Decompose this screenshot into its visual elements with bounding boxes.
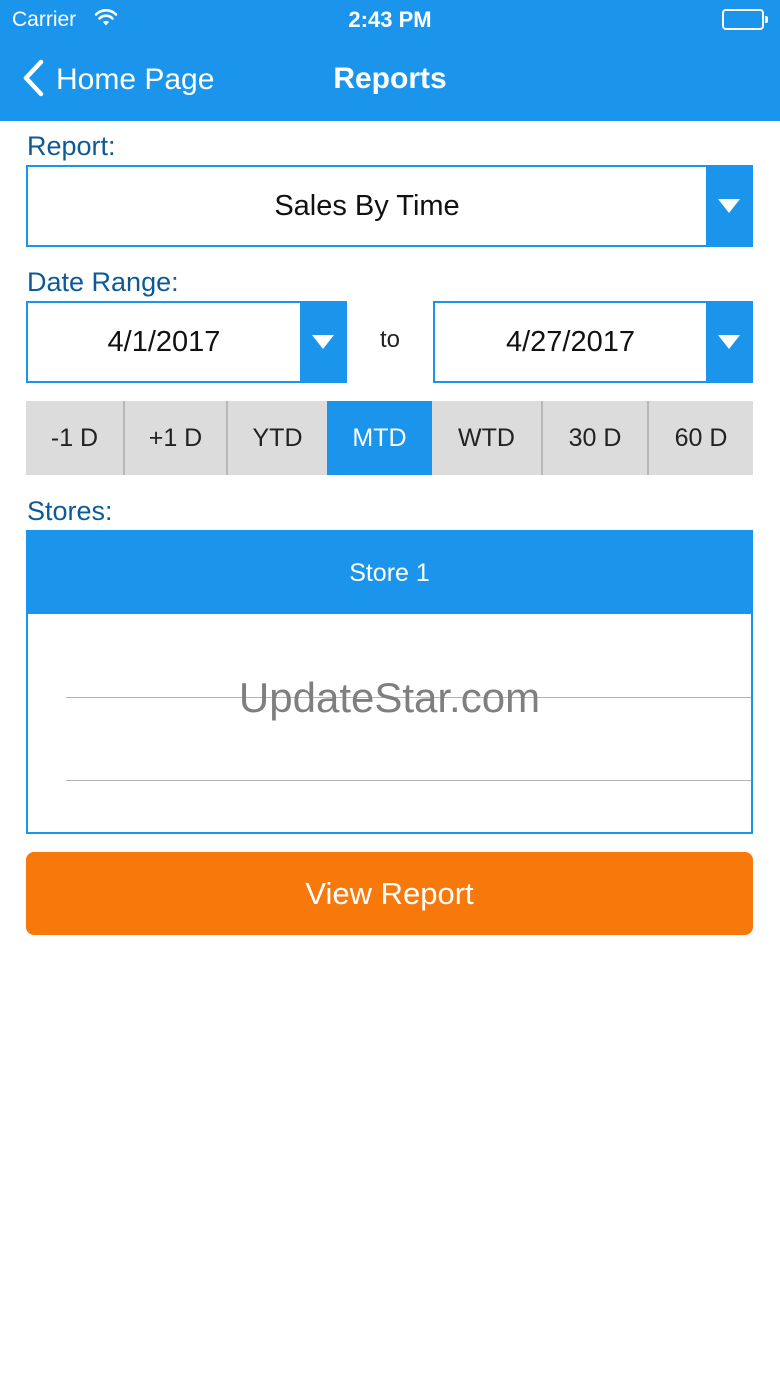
preset-wtd[interactable]: WTD — [432, 401, 541, 475]
battery-icon — [722, 9, 768, 30]
start-date-dropdown[interactable]: 4/1/2017 — [26, 301, 347, 383]
date-range-separator: to — [379, 326, 400, 353]
preset-minus-1-day[interactable]: -1 D — [26, 401, 123, 475]
preset-60-days[interactable]: 60 D — [647, 401, 753, 475]
status-bar: Carrier 2:43 PM — [0, 0, 780, 40]
report-dropdown-value: Sales By Time — [274, 189, 460, 222]
end-date-dropdown[interactable]: 4/27/2017 — [433, 301, 753, 383]
triangle-down-icon — [706, 303, 751, 381]
page-title: Reports — [333, 62, 447, 95]
report-label: Report: — [27, 131, 116, 161]
end-date-value: 4/27/2017 — [505, 325, 635, 358]
triangle-down-icon — [300, 303, 345, 381]
navigation-bar: Carrier 2:43 PM Home Page Reports — [0, 0, 780, 121]
preset-mtd[interactable]: MTD — [327, 401, 432, 475]
list-divider — [66, 780, 751, 781]
triangle-down-icon — [706, 167, 751, 245]
watermark: UpdateStar.com — [238, 674, 541, 721]
report-dropdown[interactable]: Sales By Time — [26, 165, 753, 247]
stores-label: Stores: — [27, 496, 113, 526]
preset-30-days[interactable]: 30 D — [541, 401, 647, 475]
start-date-value: 4/1/2017 — [107, 325, 221, 358]
preset-plus-1-day[interactable]: +1 D — [123, 401, 226, 475]
status-time: 2:43 PM — [348, 7, 432, 32]
stores-list: Store 1 UpdateStar.com — [26, 530, 753, 834]
date-range-label: Date Range: — [27, 267, 179, 297]
preset-ytd[interactable]: YTD — [226, 401, 327, 475]
store-row-selected[interactable]: Store 1 — [28, 532, 751, 614]
view-report-button[interactable]: View Report — [26, 852, 753, 935]
